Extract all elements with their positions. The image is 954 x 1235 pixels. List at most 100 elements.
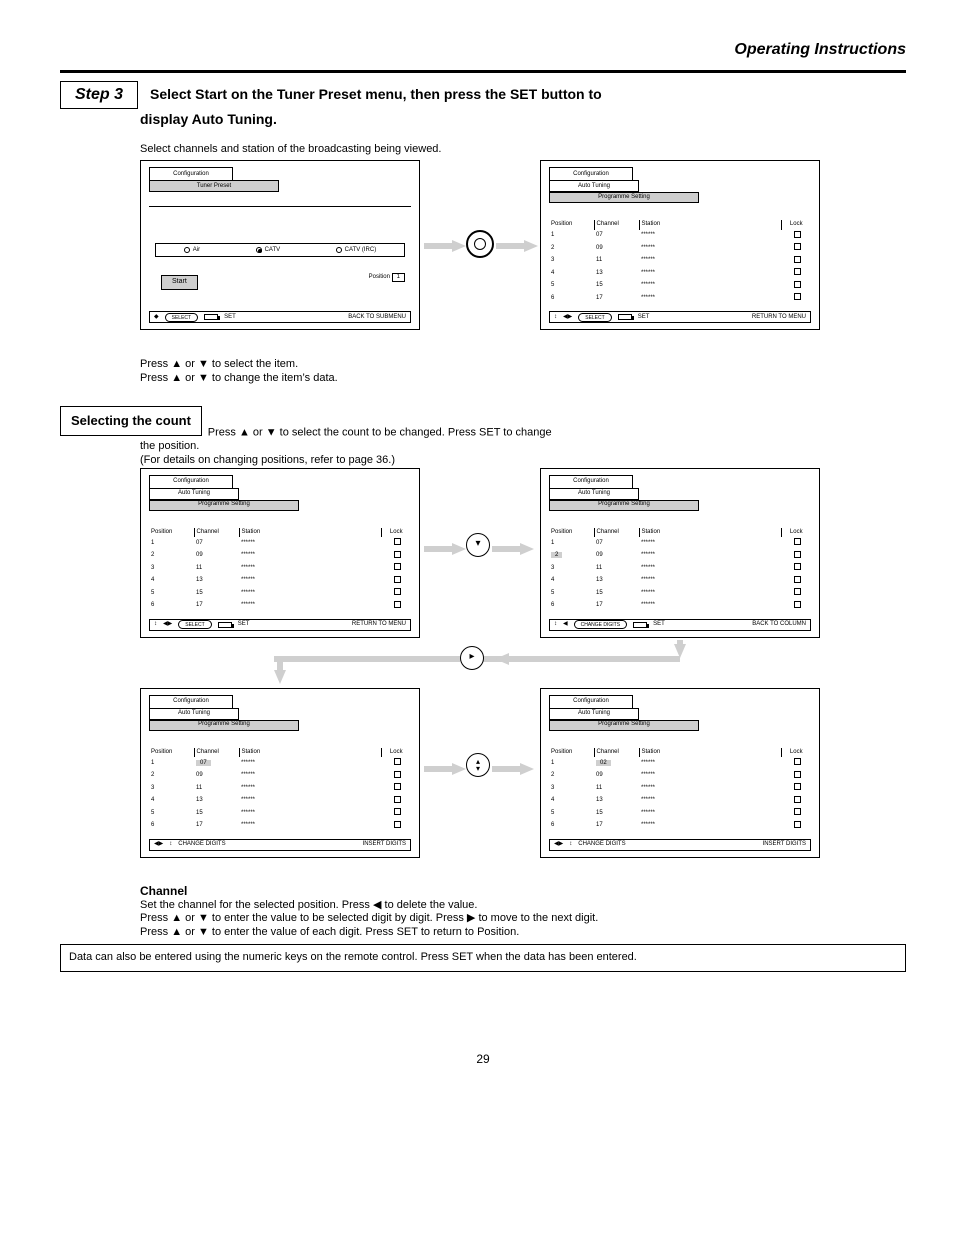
step-headline: Select Start on the Tuner Preset menu, t… (150, 86, 602, 104)
radio-catv: CATV (265, 247, 281, 255)
col-lock: Lock (781, 220, 811, 230)
page-header: Operating Instructions (60, 40, 906, 60)
down-button-icon: ▾ (466, 533, 490, 557)
updown-icon: ↕ (569, 841, 572, 849)
back-hint: BACK TO COLUMN (752, 621, 806, 629)
arrow-right-icon (492, 763, 534, 775)
diagram-a: Configuration Tuner Preset Air CATV CATV… (140, 160, 954, 350)
set-icon (204, 314, 218, 320)
tab-configuration: Configuration (149, 695, 233, 708)
change-digits-label: CHANGE DIGITS (578, 841, 625, 849)
position-value: 1 (392, 273, 405, 283)
tab-programme-setting: Programme Setting (549, 720, 699, 731)
start-button[interactable]: Start (161, 275, 198, 290)
tab-configuration: Configuration (149, 475, 233, 488)
panel-auto-tuning: Configuration Auto Tuning Programme Sett… (540, 160, 820, 330)
set-label: SET (653, 621, 665, 629)
tab-auto-tuning: Auto Tuning (149, 488, 239, 500)
explain-a: Press ▲ or ▼ to select the item. Press ▲… (140, 358, 906, 386)
col-channel: Channel (594, 220, 639, 230)
selecting-count-note: (For details on changing positions, refe… (140, 454, 906, 468)
antenna-row: Air CATV CATV (IRC) (155, 243, 405, 257)
channel-block: Channel Set the channel for the selected… (140, 884, 906, 940)
radio-air: Air (193, 247, 200, 255)
menu-hint: BACK TO SUBMENU (348, 314, 406, 322)
tab-programme-setting: Programme Setting (149, 500, 299, 511)
panel-b1: Configuration Auto Tuning Programme Sett… (140, 468, 420, 638)
updown-icon: ↕ (554, 621, 557, 629)
updown-icon: ↕ (554, 314, 557, 322)
tab-configuration: Configuration (549, 695, 633, 708)
highlighted-position: 2 (551, 552, 562, 558)
radio-catv-irc: CATV (IRC) (345, 247, 377, 255)
tab-auto-tuning: Auto Tuning (549, 180, 639, 192)
change-digits-label: CHANGE DIGITS (574, 620, 627, 629)
programme-table: PositionChannelStationLock 107****** 209… (149, 528, 411, 613)
panel-b2: Configuration Auto Tuning Programme Sett… (540, 468, 820, 638)
page-number: 29 (60, 1052, 906, 1067)
change-digits-label: CHANGE DIGITS (178, 841, 225, 849)
panel-footer: ◆ SELECT SET BACK TO SUBMENU (149, 311, 411, 323)
col-position: Position (549, 220, 594, 230)
step-headline-2: display Auto Tuning. (140, 111, 906, 129)
tab-auto-tuning: Auto Tuning (149, 708, 239, 720)
tab-programme-setting: Programme Setting (149, 720, 299, 731)
programme-table: PositionChannelStationLock 107****** 209… (149, 748, 411, 833)
leftright-icon: ◀▶ (163, 621, 172, 629)
tab-configuration: Configuration (549, 475, 633, 488)
stage-intro: Select channels and station of the broad… (140, 143, 906, 157)
insert-digits-label: INSERT DIGITS (363, 841, 406, 849)
arrow-right-icon (424, 763, 466, 775)
nav-diamond-icon: ◆ (154, 314, 159, 322)
programme-table: Position Channel Station Lock 107****** … (549, 220, 811, 305)
updown-icon: ↕ (169, 841, 172, 849)
updown-button-icon: ▴▾ (466, 753, 490, 777)
updown-icon: ↕ (154, 621, 157, 629)
tab-programme-setting: Programme Setting (549, 500, 699, 511)
programme-table: PositionChannelStationLock 107****** 209… (549, 528, 811, 613)
page-title: Operating Instructions (734, 41, 906, 58)
remote-note-box: Data can also be entered using the numer… (60, 944, 906, 972)
selecting-count-title: Selecting the count (60, 406, 202, 436)
highlighted-channel: 07 (196, 760, 211, 766)
tab-configuration: Configuration (149, 167, 233, 180)
set-label: SET (238, 621, 250, 629)
set-label: SET (224, 314, 236, 322)
leftright-icon: ◀▶ (554, 841, 563, 849)
set-label: SET (638, 314, 650, 322)
right-button-icon: ▸ (460, 646, 484, 670)
select-label: SELECT (165, 313, 198, 322)
leftright-icon: ◀▶ (563, 314, 572, 322)
set-icon (618, 314, 632, 320)
step-label: Step 3 (60, 81, 138, 109)
arrow-left-icon (495, 653, 675, 665)
col-station: Station (639, 220, 781, 230)
panel-tuner-preset: Configuration Tuner Preset Air CATV CATV… (140, 160, 420, 330)
set-button-icon (466, 230, 494, 258)
panel-b3: Configuration Auto Tuning Programme Sett… (140, 688, 420, 858)
selecting-count-block: Selecting the count Press ▲ or ▼ to sele… (60, 392, 906, 468)
step-heading: Step 3 Select Start on the Tuner Preset … (60, 81, 906, 109)
panel-b4: Configuration Auto Tuning Programme Sett… (540, 688, 820, 858)
left-icon: ◀ (563, 621, 568, 629)
arrow-right-icon (496, 240, 538, 252)
tab-tuner-preset: Tuner Preset (149, 180, 279, 192)
select-label: SELECT (578, 313, 611, 322)
panel-footer: ↕ ◀▶ SELECT SET RETURN TO MENU (549, 311, 811, 323)
highlighted-channel: 02 (596, 760, 611, 766)
leftright-icon: ◀▶ (154, 841, 163, 849)
selecting-count-line2: the position. (140, 440, 906, 454)
select-label: SELECT (178, 620, 211, 629)
tab-programme-setting: Programme Setting (549, 192, 699, 203)
tab-auto-tuning: Auto Tuning (549, 708, 639, 720)
tab-configuration: Configuration (549, 167, 633, 180)
position-label: Position (369, 274, 390, 280)
channel-heading: Channel (140, 884, 906, 899)
menu-hint: RETURN TO MENU (352, 621, 406, 629)
arrow-right-icon (424, 543, 466, 555)
top-rule (60, 70, 906, 73)
programme-table: PositionChannelStationLock 102****** 209… (549, 748, 811, 833)
diagram-b: Configuration Auto Tuning Programme Sett… (140, 468, 954, 868)
grey-connector (274, 656, 460, 662)
arrow-right-icon (492, 543, 534, 555)
